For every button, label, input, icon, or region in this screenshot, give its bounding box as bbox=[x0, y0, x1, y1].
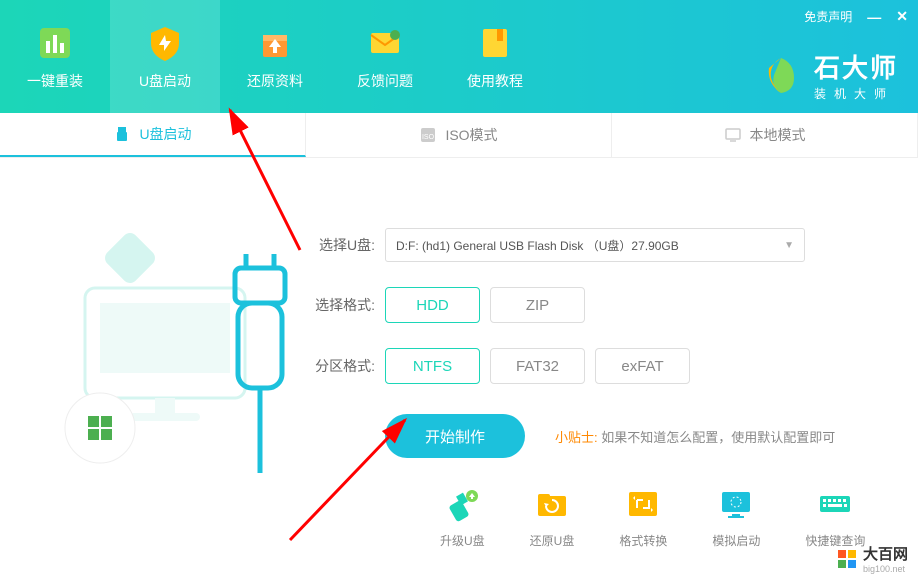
box-up-icon bbox=[255, 23, 295, 63]
watermark-logo-icon bbox=[836, 548, 858, 570]
chart-icon bbox=[35, 23, 75, 63]
nav-label: 使用教程 bbox=[467, 71, 523, 91]
nav-label: 还原资料 bbox=[247, 71, 303, 91]
tab-usb-boot[interactable]: U盘启动 bbox=[0, 113, 306, 157]
tool-label: 模拟启动 bbox=[712, 532, 760, 549]
watermark: 大百网 big100.net bbox=[836, 543, 908, 574]
keyboard-icon bbox=[817, 486, 853, 522]
watermark-url: big100.net bbox=[863, 564, 908, 574]
brand-subtitle: 装机大师 bbox=[814, 85, 898, 102]
nav-tutorial[interactable]: 使用教程 bbox=[440, 0, 550, 113]
usb-upgrade-icon bbox=[444, 486, 480, 522]
nav-restore[interactable]: 还原资料 bbox=[220, 0, 330, 113]
shield-icon bbox=[145, 23, 185, 63]
tab-iso-mode[interactable]: ISO ISO模式 bbox=[306, 113, 612, 157]
iso-icon: ISO bbox=[419, 126, 437, 144]
disclaimer-link[interactable]: 免责声明 bbox=[804, 8, 852, 25]
monitor-icon bbox=[724, 126, 742, 144]
tool-format-convert[interactable]: 格式转换 bbox=[619, 486, 667, 549]
mail-icon bbox=[365, 23, 405, 63]
tip-label: 小贴士: bbox=[555, 430, 598, 445]
tool-label: 还原U盘 bbox=[530, 532, 575, 549]
tab-label: 本地模式 bbox=[750, 125, 806, 145]
tool-upgrade-usb[interactable]: 升级U盘 bbox=[440, 486, 485, 549]
nav-feedback[interactable]: 反馈问题 bbox=[330, 0, 440, 113]
tool-simulate-boot[interactable]: 模拟启动 bbox=[712, 486, 760, 549]
tool-shortcut-query[interactable]: 快捷键查询 bbox=[805, 486, 865, 549]
convert-icon bbox=[625, 486, 661, 522]
usb-select-value: D:F: (hd1) General USB Flash Disk （U盘）27… bbox=[396, 237, 679, 254]
tool-label: 升级U盘 bbox=[440, 532, 485, 549]
watermark-title: 大百网 bbox=[863, 543, 908, 564]
tool-label: 格式转换 bbox=[619, 532, 667, 549]
partition-fat32-button[interactable]: FAT32 bbox=[490, 348, 585, 384]
partition-ntfs-button[interactable]: NTFS bbox=[385, 348, 480, 384]
tip: 小贴士: 如果不知道怎么配置，使用默认配置即可 bbox=[555, 427, 835, 446]
svg-text:ISO: ISO bbox=[422, 134, 435, 141]
usb-icon bbox=[113, 125, 131, 143]
nav-usb-boot[interactable]: U盘启动 bbox=[110, 0, 220, 113]
usb-select[interactable]: D:F: (hd1) General USB Flash Disk （U盘）27… bbox=[385, 228, 805, 262]
partition-label: 分区格式: bbox=[310, 356, 375, 376]
tab-local-mode[interactable]: 本地模式 bbox=[612, 113, 918, 157]
book-icon bbox=[475, 23, 515, 63]
format-hdd-button[interactable]: HDD bbox=[385, 287, 480, 323]
brand-logo-icon bbox=[759, 53, 804, 98]
tab-label: ISO模式 bbox=[445, 125, 497, 145]
select-usb-label: 选择U盘: bbox=[310, 235, 375, 255]
tab-label: U盘启动 bbox=[139, 124, 191, 144]
nav-label: 反馈问题 bbox=[357, 71, 413, 91]
tool-restore-usb[interactable]: 还原U盘 bbox=[530, 486, 575, 549]
brand-title: 石大师 bbox=[814, 48, 898, 85]
brand: 石大师 装机大师 bbox=[759, 48, 898, 102]
close-button[interactable]: ✕ bbox=[896, 8, 908, 25]
usb-illustration bbox=[40, 198, 290, 478]
nav-reinstall[interactable]: 一键重装 bbox=[0, 0, 110, 113]
nav-label: 一键重装 bbox=[27, 71, 83, 91]
start-button[interactable]: 开始制作 bbox=[385, 414, 525, 458]
chevron-down-icon: ▼ bbox=[784, 240, 794, 251]
minimize-button[interactable]: — bbox=[867, 9, 881, 25]
monitor-play-icon bbox=[718, 486, 754, 522]
tip-text: 如果不知道怎么配置，使用默认配置即可 bbox=[601, 430, 835, 445]
folder-restore-icon bbox=[534, 486, 570, 522]
partition-exfat-button[interactable]: exFAT bbox=[595, 348, 690, 384]
format-label: 选择格式: bbox=[310, 295, 375, 315]
nav-label: U盘启动 bbox=[139, 71, 191, 91]
format-zip-button[interactable]: ZIP bbox=[490, 287, 585, 323]
